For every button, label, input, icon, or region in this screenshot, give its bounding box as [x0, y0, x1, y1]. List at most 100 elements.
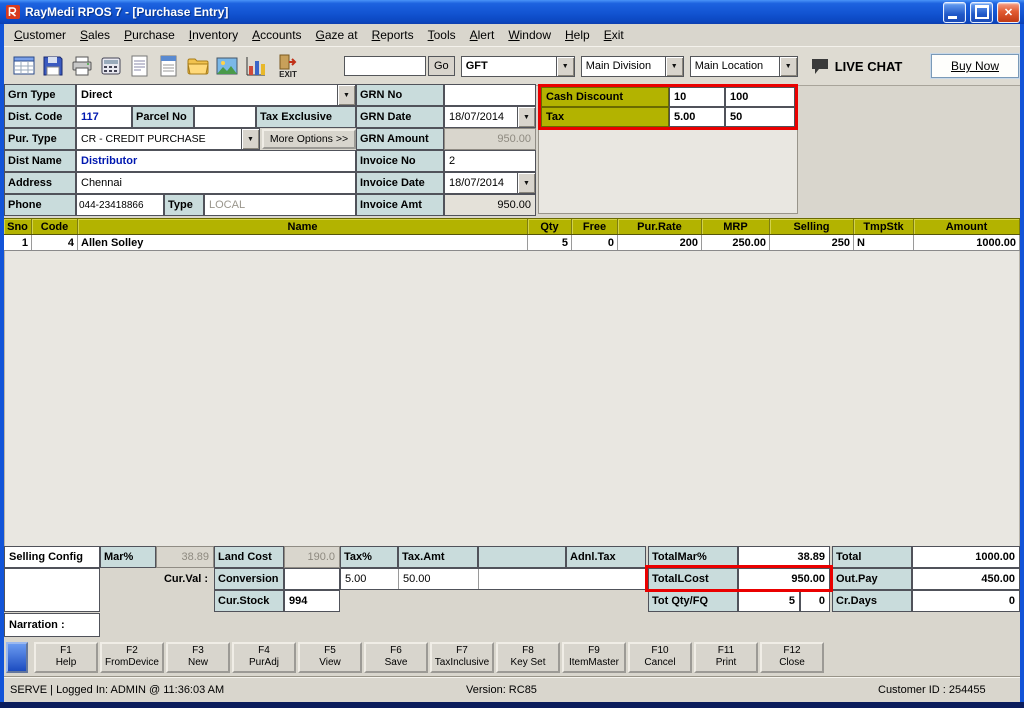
tax-amount-field[interactable]: 50 [725, 107, 795, 127]
pur-type-label: Pur. Type [4, 128, 76, 150]
menu-reports[interactable]: Reports [365, 25, 421, 45]
tax-values-row: 5.00 50.00 [340, 568, 646, 590]
grn-no-field[interactable] [444, 84, 536, 106]
menu-window[interactable]: Window [501, 25, 558, 45]
print-icon[interactable] [67, 51, 96, 81]
cur-stock-field[interactable]: 994 [284, 590, 340, 612]
type-field[interactable]: LOCAL [204, 194, 356, 216]
chevron-down-icon[interactable]: ▼ [337, 85, 355, 105]
menu-tools[interactable]: Tools [421, 25, 463, 45]
f8-keyset-button[interactable]: F8Key Set [496, 642, 560, 673]
chevron-down-icon[interactable]: ▼ [241, 129, 259, 149]
f2-fromdevice-button[interactable]: F2FromDevice [100, 642, 164, 673]
chevron-down-icon[interactable]: ▼ [556, 57, 574, 76]
phone-field[interactable]: 044-23418866 [76, 194, 164, 216]
dist-name-field[interactable]: Distributor [76, 150, 356, 172]
buy-now-button[interactable]: Buy Now [931, 54, 1019, 78]
cell-qty: 5 [528, 235, 572, 250]
maximize-button[interactable] [970, 2, 993, 23]
menu-help[interactable]: Help [558, 25, 597, 45]
minimize-button[interactable] [943, 2, 966, 23]
location-dropdown[interactable]: Main Location ▼ [690, 56, 798, 77]
menu-customer[interactable]: Customer [7, 25, 73, 45]
grn-date-picker[interactable]: 18/07/2014 ▼ [444, 106, 536, 128]
more-options-button[interactable]: More Options >> [262, 129, 356, 149]
f4-puradj-button[interactable]: F4PurAdj [232, 642, 296, 673]
minimize-glyph [948, 16, 957, 19]
menu-purchase[interactable]: Purchase [117, 25, 182, 45]
live-chat-label: LIVE CHAT [835, 59, 903, 74]
tax-pct-label: Tax% [340, 546, 398, 568]
chevron-down-icon[interactable]: ▼ [517, 173, 535, 193]
invoice-amt-field[interactable]: 950.00 [444, 194, 536, 216]
tax-percent-field[interactable]: 5.00 [669, 107, 725, 127]
f5-view-button[interactable]: F5View [298, 642, 362, 673]
conversion-label: Conversion [214, 568, 284, 590]
address-field[interactable]: Chennai [76, 172, 356, 194]
f12-close-button[interactable]: F12Close [760, 642, 824, 673]
menu-exit[interactable]: Exit [597, 25, 631, 45]
type-label: Type [164, 194, 204, 216]
toolbar: EXIT Go GFT ▼ Main Division ▼ Main Locat… [4, 46, 1020, 86]
invoice-no-field[interactable]: 2 [444, 150, 536, 172]
notes-icon[interactable] [125, 51, 154, 81]
grn-no-label: GRN No [356, 84, 444, 106]
go-button[interactable]: Go [428, 56, 455, 76]
invoice-date-picker[interactable]: 18/07/2014 ▼ [444, 172, 536, 194]
adnl-tax-label: Adnl.Tax [566, 546, 646, 568]
tax-amt-value: 50.00 [399, 569, 479, 589]
keypad-icon[interactable] [96, 51, 125, 81]
search-input[interactable] [344, 56, 426, 76]
titlebar: RayMedi RPOS 7 - [Purchase Entry] ✕ [0, 0, 1024, 24]
fkey-label: FromDevice [105, 657, 159, 669]
conversion-field[interactable] [284, 568, 340, 590]
pur-type-dropdown[interactable]: CR - CREDIT PURCHASE ▼ [76, 128, 260, 150]
menu-inventory[interactable]: Inventory [182, 25, 245, 45]
company-dropdown[interactable]: GFT ▼ [461, 56, 575, 77]
chart-icon[interactable] [241, 51, 270, 81]
image-icon[interactable] [212, 51, 241, 81]
cell-pur-rate: 200 [618, 235, 702, 250]
document-icon[interactable] [154, 51, 183, 81]
fkey-label: Print [716, 657, 737, 669]
fkey-label: PurAdj [249, 657, 279, 669]
selling-config-label: Selling Config [4, 546, 100, 568]
menu-gaze-at[interactable]: Gaze at [309, 25, 365, 45]
invoice-no-label: Invoice No [356, 150, 444, 172]
f11-print-button[interactable]: F11Print [694, 642, 758, 673]
dist-code-field[interactable]: 117 [76, 106, 132, 128]
menu-sales[interactable]: Sales [73, 25, 117, 45]
f9-itemmaster-button[interactable]: F9ItemMaster [562, 642, 626, 673]
f1-help-button[interactable]: F1Help [34, 642, 98, 673]
chevron-down-icon[interactable]: ▼ [779, 57, 797, 76]
total-mar-field: 38.89 [738, 546, 830, 568]
fkey-key: F8 [522, 645, 534, 657]
grn-type-dropdown[interactable]: Direct ▼ [76, 84, 356, 106]
total-lcost-label: TotalLCost [648, 568, 738, 590]
maximize-glyph [975, 5, 989, 19]
chevron-down-icon[interactable]: ▼ [665, 57, 683, 76]
grid-icon[interactable] [9, 51, 38, 81]
cash-discount-percent-field[interactable]: 10 [669, 87, 725, 107]
fkey-key: F6 [390, 645, 402, 657]
app-window: RayMedi RPOS 7 - [Purchase Entry] ✕ Cust… [0, 0, 1024, 708]
f7-taxinclusive-button[interactable]: F7TaxInclusive [430, 642, 494, 673]
f3-new-button[interactable]: F3New [166, 642, 230, 673]
parcel-no-field[interactable] [194, 106, 256, 128]
live-chat-link[interactable]: LIVE CHAT [810, 57, 903, 75]
chevron-down-icon[interactable]: ▼ [517, 107, 535, 127]
menu-alert[interactable]: Alert [463, 25, 502, 45]
division-dropdown[interactable]: Main Division ▼ [581, 56, 684, 77]
exit-icon[interactable]: EXIT [270, 50, 306, 82]
f6-save-button[interactable]: F6Save [364, 642, 428, 673]
cash-discount-amount-field[interactable]: 100 [725, 87, 795, 107]
table-row[interactable]: 1 4 Allen Solley 5 0 200 250.00 250 N 10… [4, 235, 1020, 251]
menu-accounts[interactable]: Accounts [245, 25, 308, 45]
folder-icon[interactable] [183, 51, 212, 81]
save-icon[interactable] [38, 51, 67, 81]
close-button[interactable]: ✕ [997, 2, 1020, 23]
fkey-panel-handle[interactable] [6, 642, 28, 673]
fkey-key: F2 [126, 645, 138, 657]
col-free: Free [572, 219, 618, 234]
f10-cancel-button[interactable]: F10Cancel [628, 642, 692, 673]
